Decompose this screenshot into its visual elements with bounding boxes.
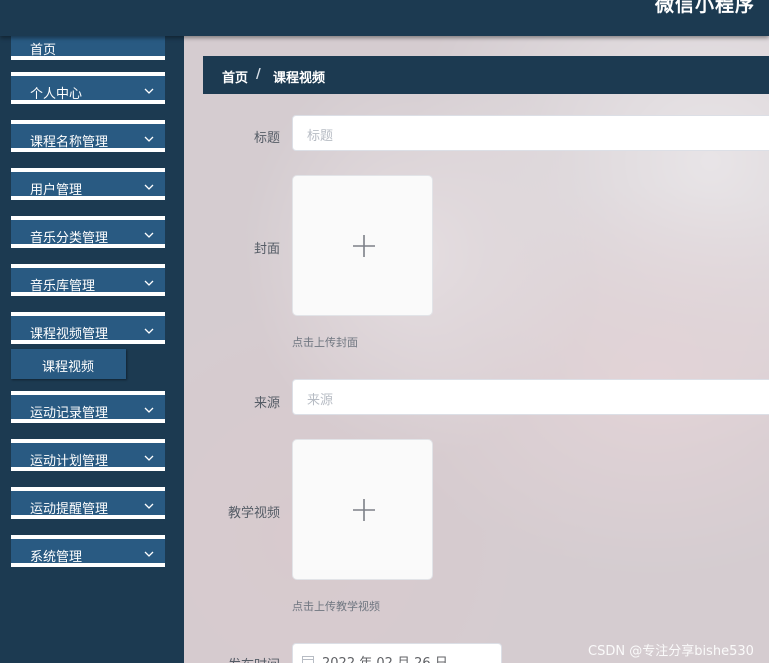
publish-date-value: 2022 年 02 月 26 日 <box>322 652 448 663</box>
chevron-down-icon <box>144 407 154 413</box>
sidebar-item-label: 课程视频管理 <box>30 327 109 342</box>
title-placeholder: 标题 <box>307 129 334 144</box>
sidebar-item-profile[interactable]: 个人中心 <box>11 72 165 104</box>
video-hint: 点击上传教学视频 <box>292 600 380 613</box>
chevron-down-icon <box>144 136 154 142</box>
breadcrumb-current: 课程视频 <box>273 71 326 86</box>
sidebar-item-label: 个人中心 <box>30 87 83 102</box>
chevron-down-icon <box>144 88 154 94</box>
chevron-down-icon <box>144 551 154 557</box>
sidebar-subitem-label: 课程视频 <box>42 360 95 375</box>
breadcrumb: 首页 / 课程视频 <box>203 56 769 94</box>
sidebar-item-label: 运动计划管理 <box>30 454 109 469</box>
watermark: CSDN @专注分享bishe530 <box>588 644 754 659</box>
chevron-down-icon <box>144 455 154 461</box>
cover-hint: 点击上传封面 <box>292 336 358 349</box>
sidebar-item-course-videos[interactable]: 课程视频管理 <box>11 312 165 344</box>
chevron-down-icon <box>144 184 154 190</box>
sidebar: 首页 个人中心 课程名称管理 用户管理 音乐分类管理 音乐库管理 课程视频管理 … <box>0 28 184 663</box>
sidebar-item-exercise-plans[interactable]: 运动计划管理 <box>11 439 165 471</box>
source-input[interactable]: 来源 <box>292 379 769 415</box>
source-label: 来源 <box>253 396 280 411</box>
top-bar: 微信小程序 <box>0 0 769 36</box>
app-title: 微信小程序 <box>655 0 756 16</box>
video-label: 教学视频 <box>227 506 280 521</box>
chevron-down-icon <box>144 503 154 509</box>
chevron-down-icon <box>144 280 154 286</box>
sidebar-item-music-categories[interactable]: 音乐分类管理 <box>11 216 165 248</box>
title-label: 标题 <box>253 131 280 146</box>
sidebar-item-users[interactable]: 用户管理 <box>11 168 165 200</box>
main-content: 首页 / 课程视频 标题 标题 封面 点击上传封面 来源 来源 教学视频 点击上… <box>184 36 769 663</box>
publish-date-picker[interactable]: 2022 年 02 月 26 日 <box>292 643 502 663</box>
sidebar-item-label: 课程名称管理 <box>30 135 109 150</box>
source-placeholder: 来源 <box>307 393 334 408</box>
sidebar-item-course-names[interactable]: 课程名称管理 <box>11 120 165 152</box>
sidebar-item-label: 系统管理 <box>30 550 83 565</box>
plus-icon <box>353 235 375 257</box>
sidebar-item-label: 音乐库管理 <box>30 279 96 294</box>
calendar-icon <box>302 656 314 663</box>
sidebar-subitem-course-video[interactable]: 课程视频 <box>11 349 126 379</box>
breadcrumb-home[interactable]: 首页 <box>222 67 248 86</box>
cover-upload[interactable] <box>292 175 433 316</box>
sidebar-item-exercise-records[interactable]: 运动记录管理 <box>11 391 165 423</box>
sidebar-item-label: 运动记录管理 <box>30 406 109 421</box>
sidebar-item-label: 用户管理 <box>30 183 83 198</box>
breadcrumb-separator: / <box>256 67 261 82</box>
sidebar-item-label: 首页 <box>30 43 57 58</box>
sidebar-item-system[interactable]: 系统管理 <box>11 535 165 567</box>
plus-icon <box>353 499 375 521</box>
sidebar-item-music-library[interactable]: 音乐库管理 <box>11 264 165 296</box>
title-input[interactable]: 标题 <box>292 115 769 151</box>
video-upload[interactable] <box>292 439 433 580</box>
sidebar-item-label: 运动提醒管理 <box>30 502 109 517</box>
chevron-down-icon <box>144 328 154 334</box>
sidebar-item-exercise-reminders[interactable]: 运动提醒管理 <box>11 487 165 519</box>
publish-date-label: 发布时间 <box>184 654 280 663</box>
chevron-down-icon <box>144 232 154 238</box>
sidebar-item-label: 音乐分类管理 <box>30 231 109 246</box>
cover-label: 封面 <box>253 242 280 257</box>
